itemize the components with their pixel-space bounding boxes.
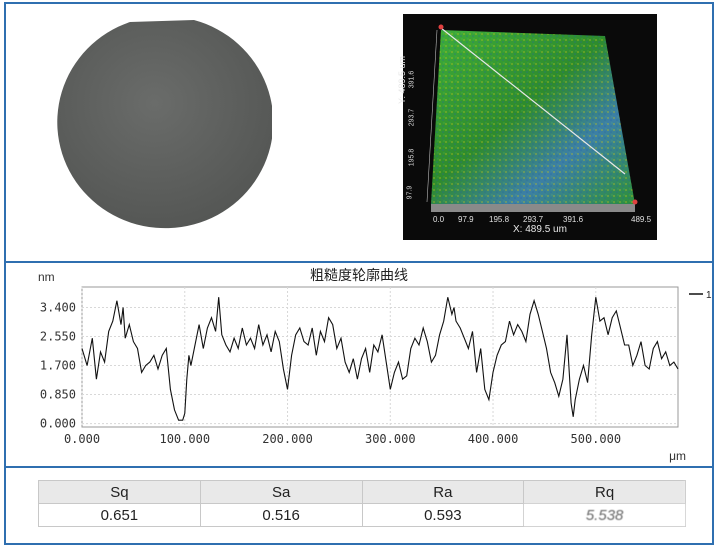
surface-y-tick: 97.9: [406, 185, 414, 200]
sample-images-panel: 0.0 97.9 195.8 293.7 391.6 489.5 X: 489.5 um …: [4, 2, 714, 264]
header-sq: Sq: [38, 480, 201, 504]
x-tick-label: 100.000: [159, 432, 210, 446]
surface-y-tick: 195.8: [408, 148, 416, 167]
x-tick-label: 500.000: [571, 432, 622, 446]
value-sq: 0.651: [38, 503, 201, 527]
surface-x-tick: 195.8: [489, 215, 510, 224]
surface-y-tick: 391.6: [408, 70, 416, 89]
x-tick-label: 400.000: [468, 432, 519, 446]
surface-y-tick: 293.7: [408, 108, 416, 127]
value-ra: 0.593: [361, 503, 525, 527]
header-rq: Rq: [523, 480, 686, 504]
value-rq: 5.538: [523, 503, 686, 527]
y-tick-label: 0.850: [40, 388, 76, 402]
x-axis-label: μm: [669, 449, 686, 463]
surface-y-axis-label: Y: 489.5 um: [397, 55, 407, 104]
x-tick-label: 200.000: [262, 432, 313, 446]
surface-x-tick: 293.7: [523, 215, 544, 224]
x-tick-label: 0.000: [64, 432, 100, 446]
legend-label: 1: [706, 290, 712, 301]
x-tick-label: 300.000: [365, 432, 416, 446]
wafer-image: [57, 20, 272, 229]
profile-chart-panel: 粗糙度轮廓曲线 0.000 0.850 1.700 2.550 3.400 0.000 10…: [4, 261, 714, 468]
plot-area: [81, 286, 679, 428]
profile-chart: 0.000 0.850 1.700 2.550 3.400 0.000 100.000 200…: [38, 270, 712, 463]
y-tick-label: 2.550: [40, 330, 76, 344]
table-header-row: Sq Sa Ra Rq: [38, 480, 686, 504]
surface-x-axis-label: X: 489.5 um: [513, 224, 567, 235]
y-axis-label: nm: [38, 270, 55, 284]
3d-surface-map: 0.0 97.9 195.8 293.7 391.6 489.5 X: 489.5 um …: [397, 14, 657, 240]
table-row: 0.651 0.516 0.593 5.538: [38, 503, 686, 527]
results-table: Sq Sa Ra Rq 0.651 0.516 0.593 5.538: [38, 480, 686, 527]
surface-render: [426, 24, 638, 212]
surface-x-tick: 489.5: [631, 215, 652, 224]
surface-x-tick: 0.0: [433, 215, 445, 224]
surface-x-tick: 97.9: [458, 215, 474, 224]
edge-fade: [682, 480, 712, 528]
y-tick-label: 0.000: [40, 417, 76, 431]
header-sa: Sa: [199, 480, 363, 504]
results-panel: Sq Sa Ra Rq 0.651 0.516 0.593 5.538: [4, 466, 714, 545]
y-tick-label: 3.400: [40, 300, 76, 314]
surface-x-tick: 391.6: [563, 215, 584, 224]
header-ra: Ra: [361, 480, 525, 504]
y-tick-label: 1.700: [40, 359, 76, 373]
value-sa: 0.516: [199, 503, 363, 527]
